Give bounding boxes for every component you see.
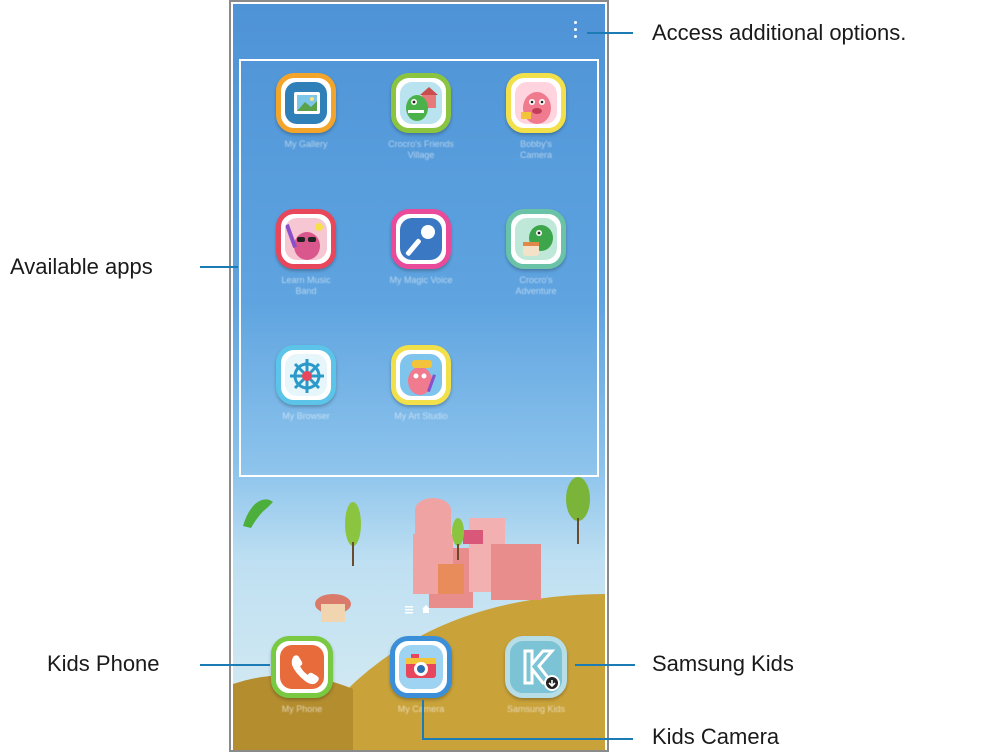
bobby-camera-icon — [506, 73, 566, 133]
app-label: My Art Studio — [394, 411, 448, 421]
camera-icon — [390, 636, 452, 698]
app-label: My Camera — [397, 704, 445, 714]
kids-camera-callout: Kids Camera — [652, 724, 780, 749]
kids-home-screen: My Gallery Crocro's Friends Village Bobb… — [233, 4, 605, 750]
home-scene-illustration: My Phone My Camera Samsung Kids — [233, 474, 605, 750]
more-options-dot — [574, 28, 577, 31]
app-label: My Gallery — [284, 139, 328, 149]
more-options-dot — [574, 21, 577, 24]
app-my-browser[interactable]: My Browser — [273, 345, 339, 422]
options-callout: Access additional options. — [652, 20, 907, 45]
app-my-gallery[interactable]: My Gallery — [273, 73, 339, 150]
kids-camera-callout-line — [422, 738, 633, 740]
samsung-kids-callout-line — [575, 664, 635, 666]
app-bobby-camera[interactable]: Bobby's Camera — [503, 73, 569, 161]
app-label: My Magic Voice — [389, 275, 453, 285]
more-options-button[interactable] — [571, 19, 581, 43]
app-crocro-village[interactable]: Crocro's Friends Village — [388, 73, 454, 161]
app-label: Samsung Kids — [506, 704, 566, 714]
music-band-icon — [276, 209, 336, 269]
top-bar — [233, 4, 605, 54]
kids-camera-callout-line-vertical — [422, 700, 424, 740]
app-label: My Browser — [282, 411, 330, 421]
kids-phone-app[interactable]: My Phone — [267, 636, 337, 715]
app-label: Crocro's Adventure — [515, 275, 557, 296]
samsung-kids-icon — [505, 636, 567, 698]
app-label: My Phone — [281, 704, 323, 714]
gallery-icon — [276, 73, 336, 133]
samsung-kids-callout: Samsung Kids — [652, 651, 794, 676]
phone-frame: My Gallery Crocro's Friends Village Bobb… — [229, 0, 609, 752]
app-art-studio[interactable]: My Art Studio — [388, 345, 454, 422]
crocro-adventure-icon — [506, 209, 566, 269]
app-label: Bobby's Camera — [519, 139, 552, 160]
phone-icon — [271, 636, 333, 698]
app-crocro-adventure[interactable]: Crocro's Adventure — [503, 209, 569, 297]
options-callout-line — [587, 32, 633, 34]
available-apps-callout: Available apps — [10, 254, 153, 279]
kids-phone-callout: Kids Phone — [47, 651, 160, 676]
available-apps-area: My Gallery Crocro's Friends Village Bobb… — [239, 59, 599, 477]
more-options-dot — [574, 35, 577, 38]
download-icon — [544, 675, 560, 691]
available-apps-callout-line — [200, 266, 238, 268]
app-label: Crocro's Friends Village — [388, 139, 454, 160]
crocro-village-icon — [391, 73, 451, 133]
browser-helm-icon — [276, 345, 336, 405]
art-studio-icon — [391, 345, 451, 405]
app-magic-voice[interactable]: My Magic Voice — [388, 209, 454, 286]
home-page-indicator — [404, 604, 434, 614]
kids-phone-callout-line — [200, 664, 270, 666]
app-music-band[interactable]: Learn Music Band — [273, 209, 339, 297]
app-label: Learn Music Band — [281, 275, 331, 296]
kids-camera-app[interactable]: My Camera — [386, 636, 456, 715]
microphone-icon — [391, 209, 451, 269]
samsung-kids-app[interactable]: Samsung Kids — [501, 636, 571, 715]
